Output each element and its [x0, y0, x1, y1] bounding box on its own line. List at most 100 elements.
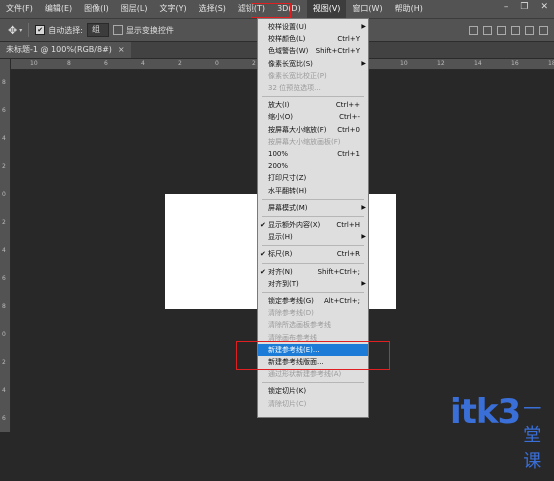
hruler-tick: 12	[437, 60, 445, 67]
document-tab-title: 未标题-1 @ 100%(RGB/8#)	[6, 45, 112, 54]
view-menu-item[interactable]: 色域警告(W) Shift+Ctrl+Y	[258, 45, 368, 57]
view-menu-item-shortcut: Shift+Ctrl+;	[317, 267, 360, 276]
watermark-cn: 一堂课	[523, 399, 542, 472]
close-window-icon[interactable]: ✕	[540, 2, 548, 12]
menu-separator	[262, 216, 364, 217]
vruler-tick: 6	[2, 275, 6, 282]
separator	[28, 23, 30, 37]
view-menu-item[interactable]: 水平翻转(H)	[258, 185, 368, 197]
view-menu-item-label: 对齐(N)	[268, 267, 293, 276]
view-menu-item-label: 200%	[268, 162, 289, 171]
view-menu-item[interactable]: ✔ 显示额外内容(X) Ctrl+H	[258, 219, 368, 231]
view-menu-item-label: 校样设置(U)	[268, 23, 307, 31]
align-bottom-icon[interactable]	[497, 25, 506, 35]
annotation-box-new-guide	[236, 341, 390, 370]
menu-5[interactable]: 选择(S)	[193, 0, 232, 18]
view-menu-item-label: 缩小(O)	[268, 113, 293, 122]
view-menu-item[interactable]: 按屏幕大小缩放(F) Ctrl+0	[258, 124, 368, 136]
submenu-arrow-icon: ▶	[361, 233, 366, 241]
view-menu-item-label: 100%	[268, 150, 289, 158]
annotation-box-view-menu	[251, 3, 291, 18]
menu-2[interactable]: 图像(I)	[78, 0, 115, 18]
view-menu-item: 按屏幕大小缩放画板(F)	[258, 136, 368, 148]
view-menu-item-label: 校样颜色(L)	[268, 35, 306, 44]
view-menu-item[interactable]: 锁定切片(K)	[258, 385, 368, 397]
vertical-ruler[interactable]: 8 6 4 2 0 2 4 6 8 0 2 4 6	[0, 59, 11, 432]
vruler-tick: 6	[2, 415, 6, 422]
view-menu-item[interactable]: ✔ 对齐(N) Shift+Ctrl+;	[258, 266, 368, 278]
menu-10[interactable]: 帮助(H)	[389, 0, 429, 18]
view-menu-item[interactable]: 100% Ctrl+1	[258, 148, 368, 160]
view-menu-item-label: 放大(I)	[268, 101, 290, 110]
view-menu-item-shortcut: Ctrl+H	[336, 221, 360, 229]
view-menu-item[interactable]: 200%	[258, 160, 368, 172]
watermark: itk3 一堂课	[450, 392, 554, 481]
view-menu-item-label: 水平翻转(H)	[268, 186, 307, 195]
view-menu-item-shortcut: Ctrl+Y	[337, 35, 360, 44]
vruler-tick: 2	[2, 163, 6, 170]
view-menu-item[interactable]: 锁定参考线(G) Alt+Ctrl+;	[258, 295, 368, 307]
view-menu-item-label: 色域警告(W)	[268, 47, 309, 56]
vruler-tick: 6	[2, 107, 6, 114]
show-transform-checkbox[interactable]	[112, 25, 123, 35]
vruler-tick: 2	[2, 359, 6, 366]
view-menu-item-label: 像素长宽比(S)	[268, 59, 313, 68]
view-menu-item-shortcut: Ctrl+1	[337, 150, 360, 158]
menu-4[interactable]: 文字(Y)	[153, 0, 192, 18]
view-menu-item[interactable]: 打印尺寸(Z)	[258, 172, 368, 184]
auto-select-checkbox[interactable]: ✔	[35, 25, 46, 35]
view-menu-item-shortcut: Ctrl+R	[336, 250, 360, 259]
view-menu-item-label: 32 位预览选项...	[268, 84, 321, 92]
view-menu-item-label: 对齐到(T)	[268, 279, 299, 288]
view-menu-item[interactable]: 对齐到(T) ▶	[258, 278, 368, 290]
menu-3[interactable]: 图层(L)	[115, 0, 154, 18]
menu-0[interactable]: 文件(F)	[0, 0, 39, 18]
view-menu-item[interactable]: 屏幕模式(M) ▶	[258, 202, 368, 214]
align-buttons	[469, 19, 548, 41]
vruler-tick: 2	[2, 219, 6, 226]
move-tool-icon[interactable]: ✥	[8, 24, 17, 37]
view-menu-item-label: 锁定切片(K)	[268, 387, 307, 396]
align-vcenter-icon[interactable]	[483, 25, 492, 35]
close-tab-icon[interactable]: ×	[118, 45, 125, 54]
view-menu-item-label: 按屏幕大小缩放(F)	[268, 125, 327, 134]
minimize-icon[interactable]: –	[504, 2, 509, 12]
menu-9[interactable]: 窗口(W)	[346, 0, 388, 18]
document-tab[interactable]: 未标题-1 @ 100%(RGB/8#) ×	[0, 42, 131, 58]
view-menu-item[interactable]: 像素长宽比(S) ▶	[258, 58, 368, 70]
vruler-tick: 4	[2, 135, 6, 142]
vruler-tick: 4	[2, 247, 6, 254]
hruler-tick: 8	[67, 60, 71, 67]
view-menu-item[interactable]: 显示(H) ▶	[258, 231, 368, 243]
view-menu-item-label: 打印尺寸(Z)	[268, 174, 307, 183]
view-menu-item: 清除参考线(D)	[258, 307, 368, 319]
distribute-icon[interactable]	[511, 25, 520, 35]
view-menu-item: 清除切片(C)	[258, 398, 368, 410]
checkmark-icon: ✔	[260, 267, 266, 276]
tool-preset-chevron-icon[interactable]: ▾	[19, 27, 22, 34]
menu-separator	[262, 262, 364, 264]
view-menu-item[interactable]: 缩小(O) Ctrl+-	[258, 111, 368, 123]
view-menu-item[interactable]: 放大(I) Ctrl++	[258, 99, 368, 111]
hruler-tick: 10	[30, 60, 38, 67]
view-menu-item[interactable]: 校样设置(U) ▶	[258, 21, 368, 33]
submenu-arrow-icon: ▶	[361, 203, 366, 211]
restore-icon[interactable]: ❐	[520, 2, 528, 12]
menu-1[interactable]: 编辑(E)	[39, 0, 78, 18]
window-controls: – ❐ ✕	[504, 2, 548, 12]
hruler-tick: 4	[141, 60, 145, 67]
view-menu-item[interactable]: 校样颜色(L) Ctrl+Y	[258, 33, 368, 45]
hruler-tick: 2	[252, 60, 256, 67]
align-top-icon[interactable]	[469, 25, 478, 35]
menu-8[interactable]: 视图(V)	[306, 0, 347, 18]
menu-separator	[262, 96, 364, 98]
align-hcenter-icon[interactable]	[539, 25, 548, 35]
view-menu-item-shortcut: Ctrl+0	[337, 125, 360, 134]
auto-select-dropdown[interactable]: 组	[86, 23, 109, 37]
align-left-icon[interactable]	[525, 25, 534, 35]
view-menu-item[interactable]: ✔ 标尺(R) Ctrl+R	[258, 248, 368, 260]
checkmark-icon: ✔	[260, 250, 266, 259]
view-menu-item-label: 按屏幕大小缩放画板(F)	[268, 137, 341, 146]
menu-separator	[262, 198, 364, 200]
vruler-tick: 0	[2, 331, 6, 338]
